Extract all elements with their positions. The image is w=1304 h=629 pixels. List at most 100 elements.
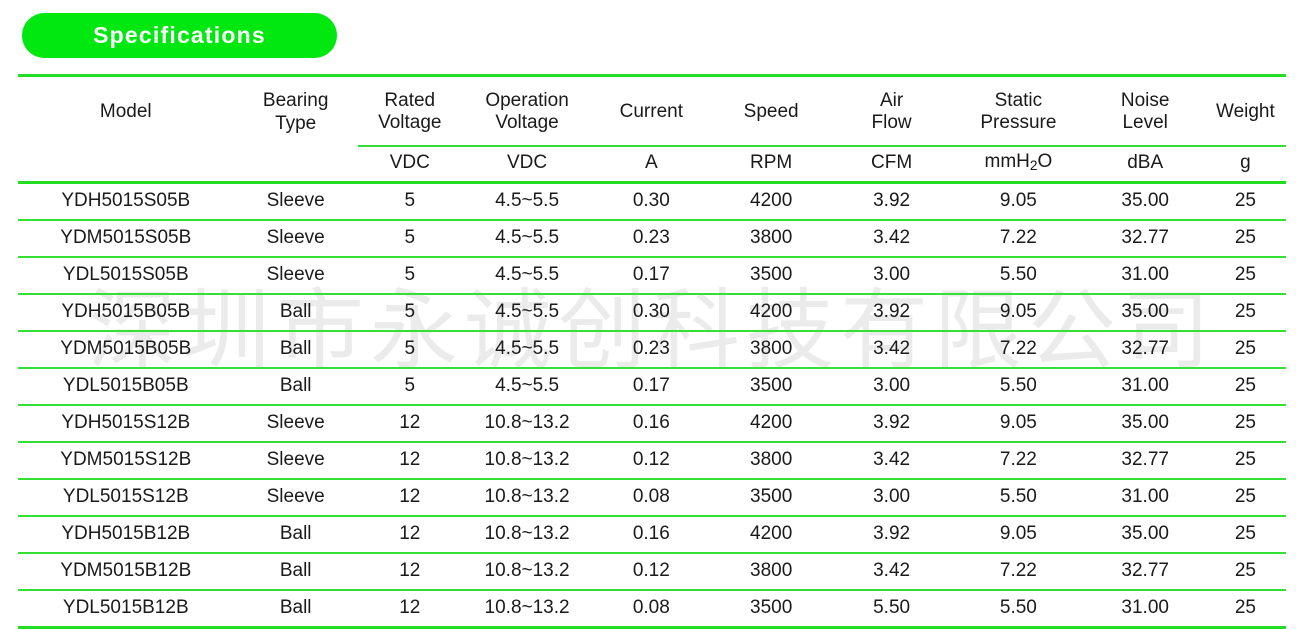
cell-air-flow: 3.00 bbox=[832, 368, 951, 405]
cell-weight: 25 bbox=[1205, 479, 1286, 516]
header-line-1: Static bbox=[995, 90, 1043, 111]
cell-bearing-type: Ball bbox=[234, 331, 358, 368]
cell-noise-level: 35.00 bbox=[1086, 516, 1205, 553]
cell-model: YDL5015B12B bbox=[18, 590, 234, 628]
cell-air-flow: 3.42 bbox=[832, 442, 951, 479]
cell-bearing-type: Ball bbox=[234, 516, 358, 553]
cell-air-flow: 3.92 bbox=[832, 183, 951, 221]
cell-bearing-type: Sleeve bbox=[234, 479, 358, 516]
cell-weight: 25 bbox=[1205, 442, 1286, 479]
header-line-2: Flow bbox=[872, 112, 912, 133]
cell-noise-level: 35.00 bbox=[1086, 405, 1205, 442]
header-line-1: Speed bbox=[744, 101, 799, 122]
cell-air-flow: 3.42 bbox=[832, 331, 951, 368]
cell-noise-level: 31.00 bbox=[1086, 479, 1205, 516]
cell-static-pressure: 7.22 bbox=[951, 553, 1085, 590]
cell-rated-voltage: 12 bbox=[358, 590, 462, 628]
cell-static-pressure: 5.50 bbox=[951, 479, 1085, 516]
cell-bearing-type: Sleeve bbox=[234, 257, 358, 294]
cell-rated-voltage: 12 bbox=[358, 442, 462, 479]
cell-speed: 4200 bbox=[710, 183, 832, 221]
table-row: YDM5015B12BBall1210.8~13.20.1238003.427.… bbox=[18, 553, 1286, 590]
unit-model bbox=[18, 146, 234, 181]
cell-operation-voltage: 10.8~13.2 bbox=[462, 553, 593, 590]
cell-current: 0.12 bbox=[592, 442, 710, 479]
header-line-1: Air bbox=[880, 90, 903, 111]
cell-static-pressure: 5.50 bbox=[951, 257, 1085, 294]
cell-static-pressure: 9.05 bbox=[951, 405, 1085, 442]
table-row: YDM5015S05BSleeve54.5~5.50.2338003.427.2… bbox=[18, 220, 1286, 257]
column-header-static-pressure: Static Pressure bbox=[951, 76, 1085, 147]
cell-weight: 25 bbox=[1205, 220, 1286, 257]
cell-noise-level: 31.00 bbox=[1086, 368, 1205, 405]
cell-operation-voltage: 4.5~5.5 bbox=[462, 294, 593, 331]
cell-model: YDM5015B05B bbox=[18, 331, 234, 368]
cell-noise-level: 32.77 bbox=[1086, 220, 1205, 257]
column-header-speed: Speed bbox=[710, 76, 832, 147]
cell-current: 0.12 bbox=[592, 553, 710, 590]
cell-bearing-type: Sleeve bbox=[234, 405, 358, 442]
cell-static-pressure: 7.22 bbox=[951, 220, 1085, 257]
specifications-table-container: Model Bearing Type Rated Voltage Operati… bbox=[18, 74, 1286, 629]
cell-operation-voltage: 4.5~5.5 bbox=[462, 331, 593, 368]
cell-speed: 3500 bbox=[710, 479, 832, 516]
column-header-noise-level: Noise Level bbox=[1086, 76, 1205, 147]
cell-model: YDM5015B12B bbox=[18, 553, 234, 590]
specifications-title-banner: Specifications bbox=[22, 13, 337, 58]
unit-noise-level: dBA bbox=[1086, 146, 1205, 181]
title-pill: Specifications bbox=[22, 13, 337, 58]
cell-rated-voltage: 5 bbox=[358, 183, 462, 221]
cell-weight: 25 bbox=[1205, 331, 1286, 368]
table-row: YDH5015B12BBall1210.8~13.20.1642003.929.… bbox=[18, 516, 1286, 553]
unit-rated-voltage: VDC bbox=[358, 146, 462, 181]
cell-current: 0.17 bbox=[592, 368, 710, 405]
cell-rated-voltage: 12 bbox=[358, 479, 462, 516]
cell-static-pressure: 9.05 bbox=[951, 294, 1085, 331]
cell-static-pressure: 5.50 bbox=[951, 590, 1085, 628]
cell-weight: 25 bbox=[1205, 368, 1286, 405]
cell-weight: 25 bbox=[1205, 405, 1286, 442]
cell-operation-voltage: 4.5~5.5 bbox=[462, 183, 593, 221]
cell-bearing-type: Ball bbox=[234, 590, 358, 628]
cell-bearing-type: Ball bbox=[234, 368, 358, 405]
cell-static-pressure: 7.22 bbox=[951, 442, 1085, 479]
cell-model: YDM5015S05B bbox=[18, 220, 234, 257]
cell-operation-voltage: 10.8~13.2 bbox=[462, 442, 593, 479]
column-header-current: Current bbox=[592, 76, 710, 147]
cell-weight: 25 bbox=[1205, 553, 1286, 590]
cell-weight: 25 bbox=[1205, 183, 1286, 221]
cell-noise-level: 31.00 bbox=[1086, 590, 1205, 628]
column-header-model: Model bbox=[18, 76, 234, 147]
table-row: YDH5015S12BSleeve1210.8~13.20.1642003.92… bbox=[18, 405, 1286, 442]
cell-noise-level: 31.00 bbox=[1086, 257, 1205, 294]
cell-model: YDL5015B05B bbox=[18, 368, 234, 405]
cell-noise-level: 32.77 bbox=[1086, 442, 1205, 479]
column-header-bearing-type: Bearing Type bbox=[234, 76, 358, 147]
cell-air-flow: 3.92 bbox=[832, 405, 951, 442]
cell-operation-voltage: 4.5~5.5 bbox=[462, 257, 593, 294]
cell-model: YDM5015S12B bbox=[18, 442, 234, 479]
cell-current: 0.30 bbox=[592, 183, 710, 221]
header-line-2: Level bbox=[1122, 112, 1167, 133]
cell-current: 0.08 bbox=[592, 590, 710, 628]
unit-weight: g bbox=[1205, 146, 1286, 181]
cell-bearing-type: Sleeve bbox=[234, 442, 358, 479]
cell-speed: 3500 bbox=[710, 368, 832, 405]
cell-rated-voltage: 5 bbox=[358, 331, 462, 368]
cell-rated-voltage: 5 bbox=[358, 257, 462, 294]
cell-noise-level: 35.00 bbox=[1086, 294, 1205, 331]
table-header-group: Model Bearing Type Rated Voltage Operati… bbox=[18, 74, 1286, 183]
cell-rated-voltage: 12 bbox=[358, 516, 462, 553]
table-row: YDM5015B05BBall54.5~5.50.2338003.427.223… bbox=[18, 331, 1286, 368]
table-row: YDL5015B05BBall54.5~5.50.1735003.005.503… bbox=[18, 368, 1286, 405]
cell-static-pressure: 7.22 bbox=[951, 331, 1085, 368]
cell-operation-voltage: 10.8~13.2 bbox=[462, 405, 593, 442]
cell-current: 0.23 bbox=[592, 331, 710, 368]
cell-model: YDL5015S05B bbox=[18, 257, 234, 294]
cell-weight: 25 bbox=[1205, 257, 1286, 294]
cell-air-flow: 3.00 bbox=[832, 257, 951, 294]
cell-operation-voltage: 10.8~13.2 bbox=[462, 590, 593, 628]
cell-current: 0.16 bbox=[592, 516, 710, 553]
table-header-row: Model Bearing Type Rated Voltage Operati… bbox=[18, 76, 1286, 147]
cell-current: 0.17 bbox=[592, 257, 710, 294]
